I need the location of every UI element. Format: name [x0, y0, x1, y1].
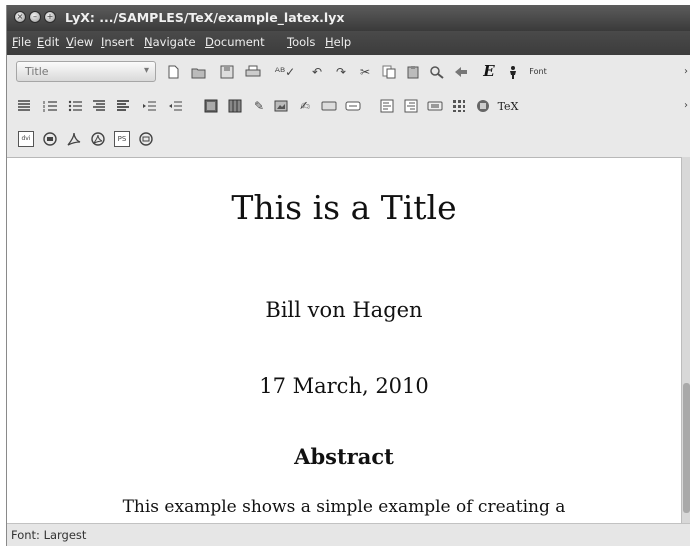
- menu-insert[interactable]: Insert: [101, 35, 134, 49]
- menu-document[interactable]: Document: [205, 35, 265, 49]
- toolbar-row-2: ✎ ✍ TeX ›: [7, 89, 690, 123]
- redo-icon[interactable]: ↷: [333, 64, 349, 80]
- insert-note-icon[interactable]: [321, 98, 337, 114]
- print-icon[interactable]: [245, 64, 261, 80]
- overflow-chevron-icon[interactable]: ›: [681, 64, 690, 80]
- cut-icon[interactable]: ✂: [357, 64, 373, 80]
- document-title[interactable]: This is a Title: [7, 188, 681, 227]
- open-document-icon[interactable]: [191, 64, 207, 80]
- save-icon[interactable]: [219, 64, 235, 80]
- vertical-scrollbar[interactable]: [681, 157, 690, 523]
- view-dvi-icon[interactable]: dvi: [18, 131, 34, 147]
- new-document-icon[interactable]: [165, 64, 181, 80]
- abstract-heading[interactable]: Abstract: [7, 444, 681, 469]
- menu-tools[interactable]: Tools: [287, 35, 315, 49]
- abstract-body[interactable]: This example shows a simple example of c…: [7, 497, 681, 517]
- document-date[interactable]: 17 March, 2010: [7, 374, 681, 398]
- toolbar-row-3: dvi PS: [7, 123, 690, 157]
- find-replace-icon[interactable]: [429, 64, 445, 80]
- copy-icon[interactable]: [381, 64, 397, 80]
- document-author[interactable]: Bill von Hagen: [7, 298, 681, 322]
- insert-graphics-icon[interactable]: [203, 98, 219, 114]
- paragraph-style-select[interactable]: Title ▾: [16, 61, 156, 82]
- document-editor[interactable]: This is a Title Bill von Hagen 17 March,…: [7, 157, 681, 524]
- insert-figure-icon[interactable]: [273, 98, 289, 114]
- decrease-depth-icon[interactable]: [167, 98, 183, 114]
- update-ps-icon[interactable]: [138, 131, 154, 147]
- lyx-window: × – + LyX: .../SAMPLES/TeX/example_latex…: [6, 5, 690, 546]
- numbered-list-icon[interactable]: [42, 98, 58, 114]
- minimize-button[interactable]: –: [29, 11, 41, 23]
- navigate-back-icon[interactable]: [453, 64, 469, 80]
- view-pdf-icon[interactable]: [66, 131, 82, 147]
- paste-icon[interactable]: [405, 64, 421, 80]
- insert-matrix-icon[interactable]: [451, 98, 467, 114]
- insert-cross-ref-icon[interactable]: [427, 98, 443, 114]
- increase-depth-icon[interactable]: [141, 98, 157, 114]
- chevron-down-icon: ▾: [143, 65, 149, 76]
- insert-math-icon[interactable]: ✎: [251, 98, 267, 114]
- overflow-chevron-icon[interactable]: ›: [681, 98, 690, 114]
- align-left-icon[interactable]: [379, 98, 395, 114]
- menu-navigate[interactable]: Navigate: [144, 35, 196, 49]
- menu-view[interactable]: View: [66, 35, 93, 49]
- update-dvi-icon[interactable]: [42, 131, 58, 147]
- update-pdf-icon[interactable]: [90, 131, 106, 147]
- undo-icon[interactable]: ↶: [309, 64, 325, 80]
- emphasis-icon[interactable]: E: [481, 63, 497, 79]
- tex-icon[interactable]: TeX: [497, 98, 519, 114]
- insert-external-icon[interactable]: [475, 98, 491, 114]
- view-ps-icon[interactable]: PS: [114, 131, 130, 147]
- spellcheck-icon[interactable]: ᴬᴮ✓: [275, 64, 295, 80]
- menu-bar: File Edit View Insert Navigate Document …: [7, 31, 690, 55]
- toolbar-row-1: Title ▾ ᴬᴮ✓ ↶ ↷ ✂ E Font ›: [7, 55, 690, 89]
- insert-table-icon[interactable]: [227, 98, 243, 114]
- scrollbar-thumb[interactable]: [683, 383, 690, 513]
- window-title: LyX: .../SAMPLES/TeX/example_latex.lyx: [65, 10, 345, 25]
- paragraph-standard-icon[interactable]: [16, 98, 32, 114]
- status-bar: Font: Largest: [7, 523, 690, 546]
- status-text: Font: Largest: [11, 528, 87, 542]
- menu-help[interactable]: Help: [325, 35, 351, 49]
- insert-label-icon[interactable]: [345, 98, 361, 114]
- noun-icon[interactable]: [505, 64, 521, 80]
- title-bar[interactable]: × – + LyX: .../SAMPLES/TeX/example_latex…: [7, 5, 690, 31]
- menu-edit[interactable]: Edit: [37, 35, 59, 49]
- itemize-list-icon[interactable]: [67, 98, 83, 114]
- menu-file[interactable]: File: [12, 35, 31, 49]
- close-button[interactable]: ×: [14, 11, 26, 23]
- description-list-icon[interactable]: [91, 98, 107, 114]
- insert-footnote-icon[interactable]: ✍: [297, 98, 313, 114]
- paragraph-style-value: Title: [25, 65, 49, 78]
- maximize-button[interactable]: +: [44, 11, 56, 23]
- align-right-icon[interactable]: [403, 98, 419, 114]
- font-icon[interactable]: Font: [527, 64, 549, 80]
- enumerate-list-icon[interactable]: [115, 98, 131, 114]
